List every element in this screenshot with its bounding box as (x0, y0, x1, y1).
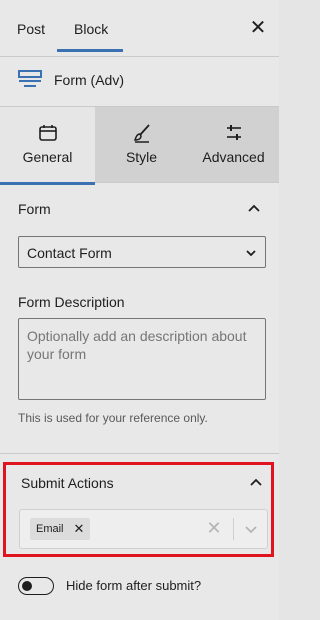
tab-advanced-label: Advanced (202, 149, 265, 165)
hide-form-toggle-label: Hide form after submit? (66, 578, 202, 593)
settings-tabs: General Style Advanced (0, 107, 279, 185)
tab-block[interactable]: Block (74, 0, 108, 53)
submit-actions-section: Submit Actions Email ✕ ✕ (3, 462, 274, 557)
sidebar-header: Post Block ✕ (0, 0, 279, 57)
chevron-up-icon[interactable] (249, 475, 263, 489)
form-description-help: This is used for your reference only. (18, 411, 208, 425)
form-section-title[interactable]: Form (18, 201, 51, 217)
submit-actions-title[interactable]: Submit Actions (21, 475, 114, 491)
token-label: Email (36, 523, 64, 535)
close-button[interactable]: ✕ (248, 18, 268, 38)
form-block-icon (18, 70, 42, 87)
tab-general-label: General (22, 149, 73, 165)
form-description-placeholder: Optionally add an description about your… (27, 328, 247, 362)
sliders-icon (226, 125, 241, 140)
tab-advanced[interactable]: Advanced (188, 107, 279, 183)
block-settings-panel: Post Block ✕ Form (Adv) General Style Ad… (0, 0, 279, 620)
submit-actions-select[interactable]: Email ✕ ✕ (19, 509, 268, 549)
tab-post[interactable]: Post (17, 0, 45, 53)
chevron-down-icon[interactable] (244, 522, 258, 536)
token-email: Email ✕ (30, 518, 91, 540)
chevron-up-icon[interactable] (247, 201, 261, 215)
clear-icon[interactable]: ✕ (206, 519, 222, 537)
block-title: Form (Adv) (54, 72, 124, 88)
form-select-value: Contact Form (27, 245, 112, 261)
toggle-knob (22, 581, 32, 591)
block-card: Form (Adv) (0, 57, 279, 107)
active-tab-indicator (57, 49, 123, 52)
brush-icon (133, 124, 150, 143)
hide-form-toggle[interactable] (18, 577, 54, 595)
form-description-textarea[interactable]: Optionally add an description about your… (18, 318, 266, 400)
calendar-icon (38, 125, 57, 141)
divider (233, 518, 234, 540)
remove-token-icon[interactable]: ✕ (74, 518, 85, 540)
tab-style-label: Style (125, 149, 158, 165)
chevron-down-icon (246, 250, 256, 257)
tab-style[interactable]: Style (95, 107, 188, 183)
form-section: Form Contact Form Form Description Optio… (0, 184, 279, 454)
tab-general[interactable]: General (0, 107, 95, 185)
form-select[interactable]: Contact Form (18, 236, 266, 268)
form-description-label: Form Description (18, 294, 125, 310)
close-icon: ✕ (249, 17, 267, 39)
